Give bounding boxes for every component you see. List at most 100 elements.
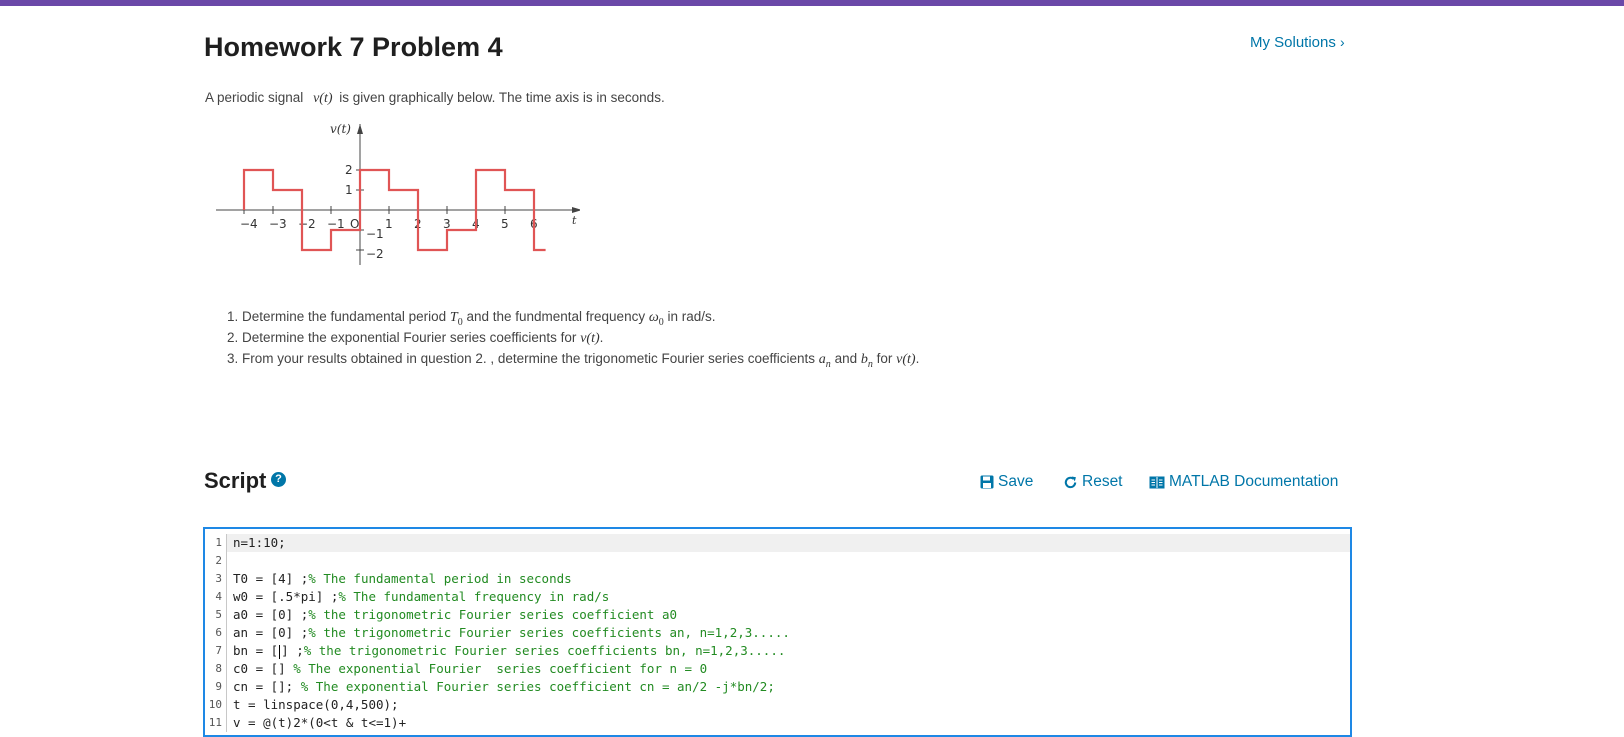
- y-tick-label: 2: [345, 163, 353, 177]
- an-subscript: n: [825, 358, 831, 370]
- code-comment: % the trigonometric Fourier series coeff…: [303, 643, 786, 658]
- question-text: From your results obtained in question 2…: [242, 351, 816, 366]
- code-line[interactable]: 2: [205, 552, 1350, 570]
- an-math: an: [819, 352, 831, 370]
- code-text: bn = [] ;% the trigonometric Fourier ser…: [233, 642, 785, 660]
- code-statement: cn = [];: [233, 679, 301, 694]
- code-statement: an = [0] ;: [233, 625, 309, 640]
- frequency-math: ω0: [648, 310, 664, 328]
- book-icon: [1149, 476, 1165, 488]
- question-text: .: [599, 330, 604, 345]
- code-comment: % the trigonometric Fourier series coeff…: [308, 625, 790, 640]
- code-text: w0 = [.5*pi] ;% The fundamental frequenc…: [233, 588, 609, 606]
- question-text: Determine the exponential Fourier series…: [242, 330, 577, 345]
- code-line[interactable]: 1 n=1:10;: [205, 534, 1350, 552]
- my-solutions-link[interactable]: My Solutions ›: [1250, 34, 1345, 51]
- top-accent-bar: [0, 0, 1624, 6]
- x-tick-label: 1: [385, 217, 393, 231]
- code-comment: % The exponential Fourier series coeffic…: [293, 661, 708, 676]
- question-list: Determine the fundamental period T0 and …: [220, 306, 919, 370]
- line-number: 11: [205, 714, 227, 732]
- page-title: Homework 7 Problem 4: [204, 32, 503, 62]
- question-text: for: [876, 351, 893, 366]
- intro-text-before: A periodic signal: [205, 90, 304, 105]
- signal-graph: −4 −3 −2 −1 O 1 2 3 4 5 621−1−2v(t)t: [216, 122, 580, 265]
- code-text: cn = []; % The exponential Fourier serie…: [233, 678, 775, 696]
- code-statement: c0 = []: [233, 661, 294, 676]
- code-statement: a0 = [0] ;: [233, 607, 309, 622]
- line-number: 3: [205, 570, 227, 588]
- signal-math: v(t): [580, 331, 600, 346]
- reset-label: Reset: [1082, 473, 1123, 490]
- code-statement: T0 = [4] ;: [233, 571, 309, 586]
- code-text: T0 = [4] ;% The fundamental period in se…: [233, 570, 572, 588]
- code-statement: n=1:10;: [233, 535, 286, 550]
- question-item: Determine the fundamental period T0 and …: [242, 306, 919, 328]
- line-number: 4: [205, 588, 227, 606]
- script-heading: Script: [204, 468, 267, 493]
- question-circle-icon[interactable]: ?: [271, 472, 286, 487]
- matlab-documentation-link[interactable]: MATLAB Documentation: [1149, 473, 1338, 491]
- intro-signal-math: v(t): [313, 91, 333, 106]
- code-line[interactable]: 10 t = linspace(0,4,500);: [205, 696, 1350, 714]
- code-line[interactable]: 6 an = [0] ;% the trigonometric Fourier s…: [205, 624, 1350, 642]
- code-line[interactable]: 9 cn = []; % The exponential Fourier seri…: [205, 678, 1350, 696]
- question-text: and the fundmental frequency: [466, 309, 646, 324]
- save-label: Save: [998, 473, 1034, 490]
- line-number: 5: [205, 606, 227, 624]
- code-text: n=1:10;: [233, 534, 286, 552]
- save-button[interactable]: Save: [980, 473, 1033, 491]
- code-line[interactable]: 5 a0 = [0] ;% the trigonometric Fourier s…: [205, 606, 1350, 624]
- code-text: t = linspace(0,4,500);: [233, 696, 399, 714]
- x-tick-label: −4: [240, 217, 258, 231]
- problem-intro: A periodic signal v(t) is given graphica…: [205, 90, 665, 107]
- y-tick-label: 1: [345, 183, 353, 197]
- code-statement: w0 = [.5*pi] ;: [233, 589, 339, 604]
- code-line[interactable]: 11 v = @(t)2*(0<t & t<=1)+: [205, 714, 1350, 732]
- code-statement: v = @(t)2*(0<t & t<=1)+: [233, 715, 407, 730]
- refresh-icon: [1064, 476, 1077, 488]
- reset-button[interactable]: Reset: [1063, 473, 1123, 491]
- y-tick-label: −2: [366, 247, 384, 261]
- code-editor[interactable]: 1 n=1:10; 2 3 T0 = [4] ;% The fundamental pe…: [203, 527, 1352, 737]
- text-cursor: [279, 644, 281, 659]
- line-number: 8: [205, 660, 227, 678]
- x-tick-label: −1: [327, 217, 345, 231]
- code-line[interactable]: 4 w0 = [.5*pi] ;% The fundamental frequen…: [205, 588, 1350, 606]
- x-axis-arrow: [572, 207, 580, 213]
- code-text: v = @(t)2*(0<t & t<=1)+: [233, 714, 406, 732]
- y-tick-label: −1: [366, 227, 384, 241]
- floppy-disk-icon: [980, 475, 994, 489]
- code-comment: % The fundamental period in seconds: [308, 571, 572, 586]
- frequency-subscript: 0: [658, 316, 664, 328]
- code-text: c0 = [] % The exponential Fourier series…: [233, 660, 707, 678]
- code-text: a0 = [0] ;% the trigonometric Fourier se…: [233, 606, 677, 624]
- line-number: 6: [205, 624, 227, 642]
- period-math: T0: [450, 310, 463, 328]
- intro-text-after: is given graphically below. The time axi…: [339, 90, 665, 105]
- question-text: and: [834, 351, 858, 366]
- frequency-symbol: ω: [648, 310, 659, 325]
- x-tick-label: 3: [443, 217, 451, 231]
- x-tick-label: O: [350, 217, 359, 231]
- code-statement: bn = [: [233, 643, 279, 658]
- question-text: in rad/s.: [667, 309, 716, 324]
- line-number: 9: [205, 678, 227, 696]
- code-comment: % The exponential Fourier series coeffic…: [300, 679, 775, 694]
- y-axis-label: v(t): [330, 122, 351, 136]
- question-item: Determine the exponential Fourier series…: [242, 327, 919, 348]
- code-statement: ] ;: [281, 643, 304, 658]
- chevron-right-icon: ›: [1340, 34, 1345, 50]
- x-axis-label: t: [572, 214, 577, 227]
- code-line[interactable]: 8 c0 = [] % The exponential Fourier serie…: [205, 660, 1350, 678]
- code-comment: % The fundamental frequency in rad/s: [338, 589, 610, 604]
- bn-subscript: n: [867, 358, 873, 370]
- code-line[interactable]: 7 bn = [] ;% the trigonometric Fourier se…: [205, 642, 1350, 660]
- code-text: an = [0] ;% the trigonometric Fourier se…: [233, 624, 790, 642]
- bn-math: bn: [861, 352, 873, 370]
- line-number: 2: [205, 552, 227, 570]
- x-tick-label: −3: [269, 217, 287, 231]
- question-item: From your results obtained in question 2…: [242, 348, 919, 370]
- question-text: Determine the fundamental period: [242, 309, 447, 324]
- code-line[interactable]: 3 T0 = [4] ;% The fundamental period in s…: [205, 570, 1350, 588]
